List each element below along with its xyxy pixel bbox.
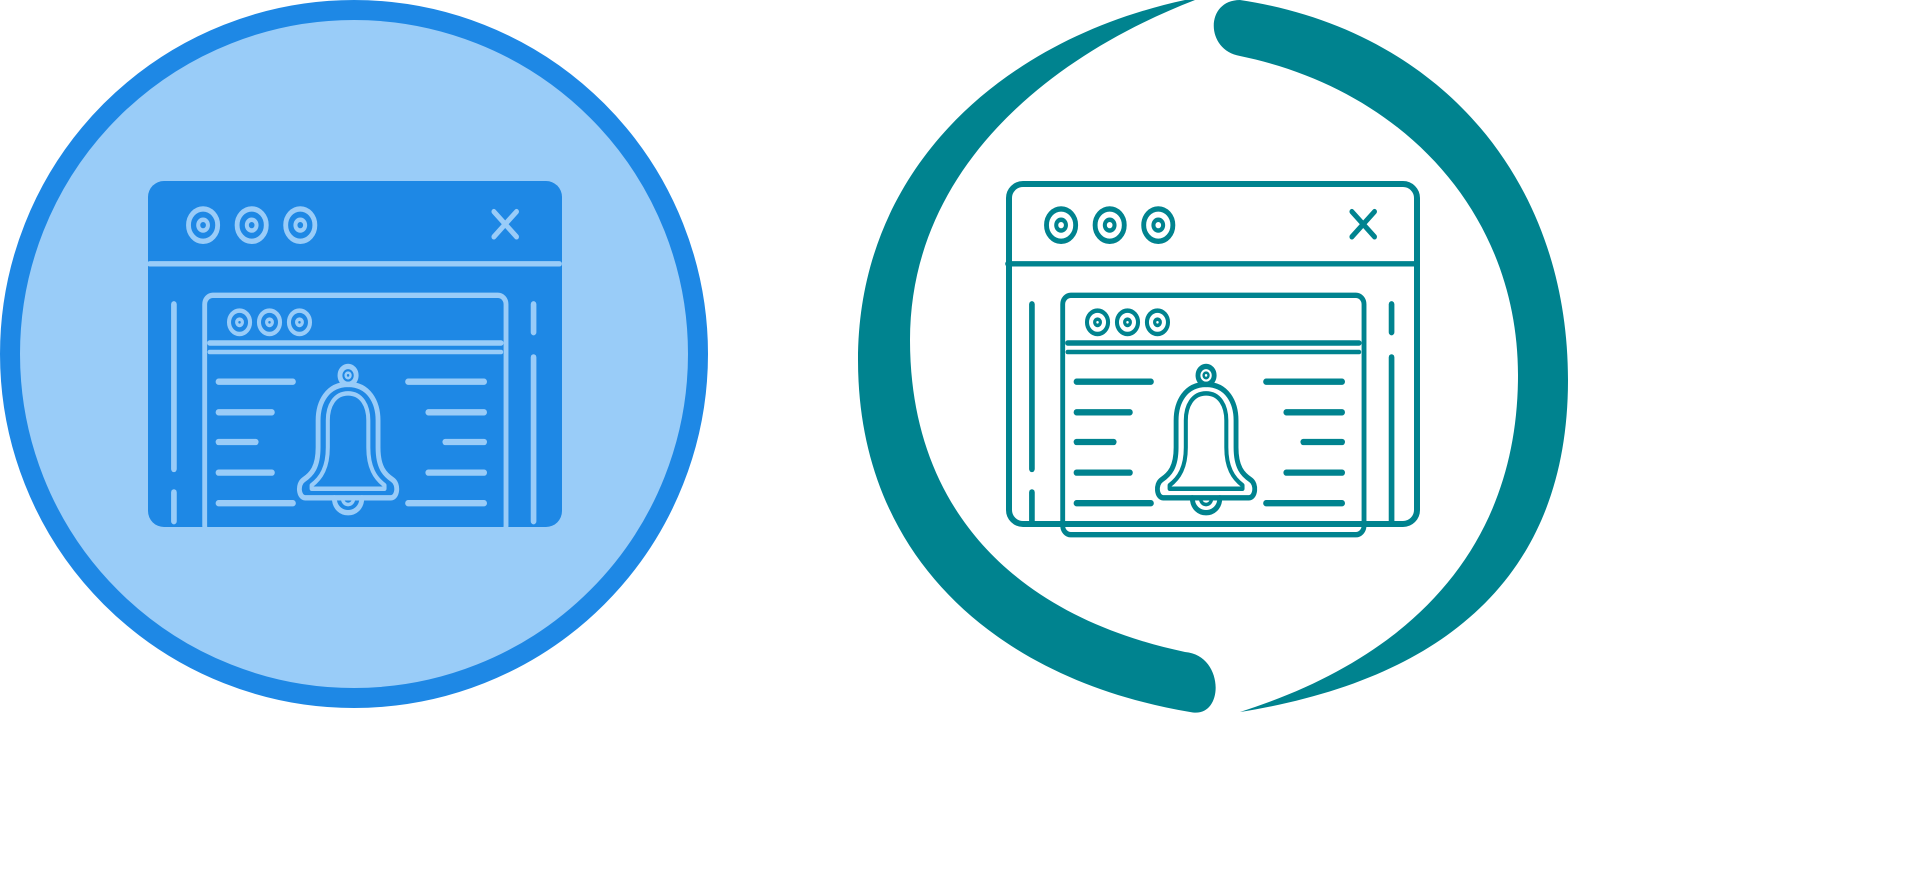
bell-icon [1008,209,1418,535]
web-notification-icon [0,0,708,708]
web-notification-icon [858,0,1568,713]
icon-stage [0,0,1920,869]
left-arc-shape [858,0,1216,713]
